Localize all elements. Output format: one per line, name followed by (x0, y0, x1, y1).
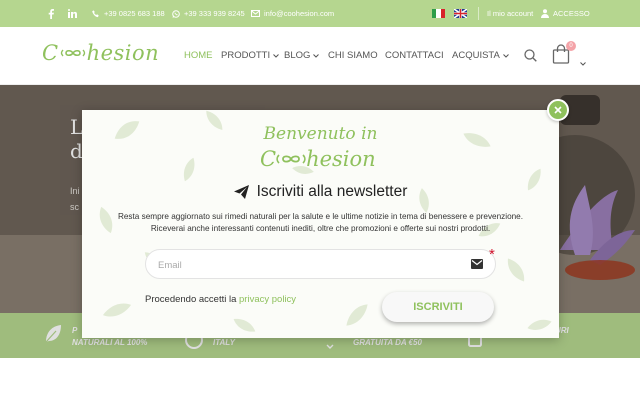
nav-contacts[interactable]: CONTATTACI (385, 50, 444, 61)
phone-number: +39 0825 683 188 (104, 9, 165, 18)
envelope-icon (251, 10, 260, 17)
nav-blog-label: BLOG (284, 50, 311, 61)
my-account-label: Il mio account (487, 9, 534, 18)
logo-text-start: C (42, 41, 59, 65)
close-icon (554, 106, 562, 114)
email-input[interactable] (158, 257, 458, 273)
page: +39 0825 683 188 +39 333 939 8245 info@c… (0, 0, 640, 400)
newsletter-title: Iscriviti alla newsletter (82, 183, 559, 201)
nav-products[interactable]: PRODOTTI (221, 50, 279, 61)
nav-home-label: HOME (184, 50, 213, 61)
italian-flag-icon[interactable] (432, 0, 445, 27)
paper-plane-icon (233, 185, 249, 199)
top-bar: +39 0825 683 188 +39 333 939 8245 info@c… (0, 0, 640, 27)
site-logo[interactable]: C hesion (42, 41, 159, 65)
close-modal-button[interactable] (547, 99, 569, 121)
chevron-down-icon (273, 53, 279, 58)
modal-logo: C hesion (260, 147, 376, 171)
my-account-link[interactable]: Il mio account (478, 7, 533, 20)
linkedin-icon[interactable] (68, 0, 77, 27)
modal-logo-start: C (260, 147, 277, 171)
uk-flag-icon[interactable] (454, 0, 467, 27)
cart-count-badge: 0 (566, 41, 576, 51)
nav-buy-label: ACQUISTA (452, 50, 500, 61)
nav-about[interactable]: CHI SIAMO (328, 50, 378, 61)
chevron-down-icon (503, 53, 509, 58)
email-contact[interactable]: info@coohesion.com (251, 0, 334, 27)
modal-logo-end: hesion (306, 147, 376, 171)
chevron-down-icon (313, 53, 320, 58)
subscribe-button[interactable]: ISCRIVITI (382, 292, 494, 322)
description-line1: Resta sempre aggiornato sui rimedi natur… (117, 212, 524, 221)
nav-buy[interactable]: ACQUISTA (452, 50, 509, 61)
newsletter-title-text: Iscriviti alla newsletter (256, 183, 408, 200)
envelope-icon (471, 259, 483, 269)
whatsapp-number: +39 333 939 8245 (184, 9, 245, 18)
phone-icon (92, 9, 99, 17)
description-line2: Riceverai anche interessanti contenuti i… (150, 224, 491, 233)
user-icon (541, 9, 549, 18)
cart-button[interactable]: 0 (552, 41, 576, 69)
welcome-heading: Benvenuto in (263, 124, 378, 144)
newsletter-modal: Benvenuto in C hesion Iscriviti alla new… (82, 110, 559, 338)
cart-chevron-down-icon[interactable] (580, 53, 586, 71)
required-mark: * (489, 246, 495, 263)
privacy-policy-link[interactable]: privacy policy (239, 294, 296, 305)
privacy-notice: Procedendo accetti la privacy policy (145, 294, 296, 305)
email-field[interactable] (145, 249, 496, 279)
infinity-icon (276, 154, 306, 164)
nav-home[interactable]: HOME (184, 50, 213, 61)
facebook-icon[interactable] (48, 0, 54, 27)
whatsapp-icon (172, 9, 180, 18)
logo-text-end: hesion (86, 41, 160, 65)
modal-content: Benvenuto in C hesion Iscriviti alla new… (82, 110, 559, 338)
nav-contacts-label: CONTATTACI (385, 50, 444, 61)
infinity-icon (60, 49, 85, 57)
phone-contact[interactable]: +39 0825 683 188 (92, 0, 165, 27)
whatsapp-contact[interactable]: +39 333 939 8245 (172, 0, 245, 27)
main-header: C hesion HOME PRODOTTI BLOG CHI SIAMO CO… (0, 27, 640, 85)
search-icon[interactable] (524, 49, 537, 67)
newsletter-description: Resta sempre aggiornato sui rimedi natur… (88, 211, 553, 235)
nav-products-label: PRODOTTI (221, 50, 271, 61)
privacy-prefix: Procedendo accetti la (145, 294, 240, 305)
nav-blog[interactable]: BLOG (284, 50, 320, 61)
login-label: ACCESSO (553, 9, 590, 18)
login-link[interactable]: ACCESSO (541, 0, 590, 27)
nav-about-label: CHI SIAMO (328, 50, 378, 61)
email-address: info@coohesion.com (264, 9, 335, 18)
